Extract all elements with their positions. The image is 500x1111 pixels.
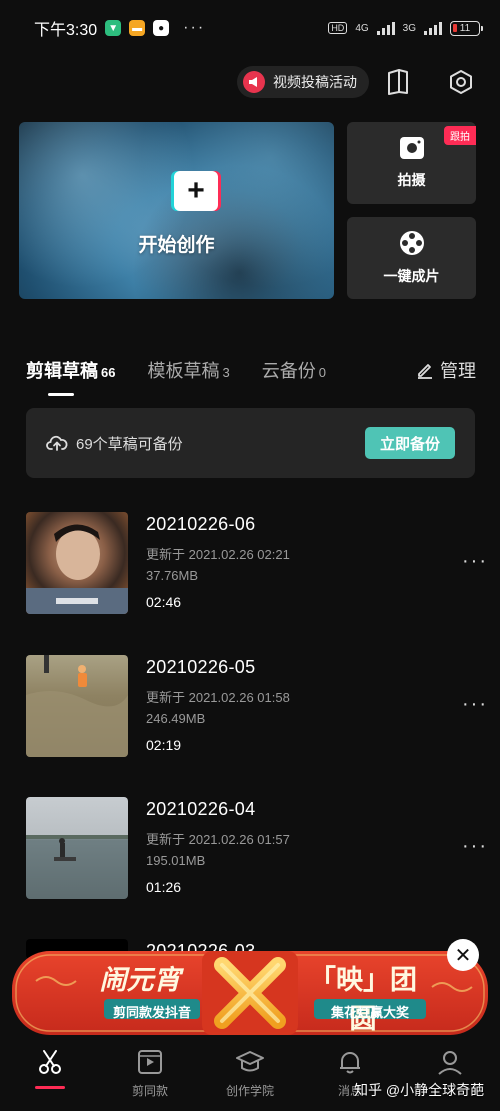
battery-level: 11 [459,22,471,34]
qq-notification-icon: ● [153,20,170,36]
manage-label: 管理 [440,361,476,381]
scissors-icon [39,1050,61,1074]
banner-left-subtitle: 剪同款发抖音 [112,1005,191,1020]
shoot-label: 拍摄 [397,172,426,188]
draft-file-size: 195.01MB [146,853,206,868]
signal-icon-2 [424,21,442,35]
tab-count: 3 [222,365,230,380]
start-creating-card[interactable]: + 开始创作 [19,122,334,299]
tab-count: 0 [318,365,326,380]
card-background-image [19,122,334,299]
shoot-button[interactable]: 跟拍 拍摄 [347,122,476,204]
draft-duration: 01:26 [146,879,182,895]
close-banner-button[interactable]: ✕ [447,939,479,971]
draft-thumbnail [26,797,128,899]
close-icon: ✕ [454,944,472,967]
status-bar: 下午3:30 ▼ ▬ ● ··· HD 4G 3G 11 [0,0,500,56]
one-click-label: 一键成片 [383,268,440,284]
status-time: 下午3:30 [34,22,98,39]
draft-title: 20210226-05 [146,657,256,677]
draft-updated-time: 更新于 2021.02.26 01:58 [146,690,290,705]
more-options-icon[interactable]: ··· [462,550,488,573]
edit-pencil-icon [418,364,432,379]
tab-label: 剪辑草稿 [26,361,98,381]
draft-updated-time: 更新于 2021.02.26 01:57 [146,832,290,847]
draft-updated-time: 更新于 2021.02.26 02:21 [146,547,290,562]
more-notifications-icon: ··· [183,19,206,36]
film-reel-icon [399,231,424,255]
one-click-video-button[interactable]: 一键成片 [347,217,476,299]
draft-item[interactable]: 20210226-06 更新于 2021.02.26 02:21 37.76MB… [26,512,500,616]
network-3g-label: 3G [402,22,416,34]
nav-edit[interactable] [0,1036,100,1111]
bell-icon [340,1052,360,1074]
video-template-icon [138,1050,162,1074]
nav-template[interactable]: 剪同款 [100,1036,200,1111]
nav-label: 剪同款 [131,1084,168,1098]
camera-icon [399,137,424,159]
battery-icon: 11 [450,20,483,36]
nav-label: 创作学院 [225,1084,274,1098]
draft-thumbnail [26,512,128,614]
hd-badge: HD [328,22,348,34]
settings-button[interactable] [445,66,477,98]
draft-item[interactable]: 20210226-04 更新于 2021.02.26 01:57 195.01M… [26,797,500,901]
banner-right-title: 「映」团圆 [309,965,417,1034]
draft-tabs: 剪辑草稿 66 模板草稿 3 云备份 0 管理 [26,350,476,396]
draft-duration: 02:46 [146,594,182,610]
megaphone-icon [243,71,265,93]
tab-label: 云备份 [261,361,316,381]
book-icon [388,69,408,95]
signal-icon [376,21,395,35]
message-notification-icon: ▬ [129,20,146,36]
user-profile-icon [438,1051,462,1075]
draft-item[interactable]: 20210226-05 更新于 2021.02.26 01:58 246.49M… [26,655,500,759]
network-4g-label: 4G [355,22,369,34]
nav-academy[interactable]: 创作学院 [200,1036,300,1111]
more-options-icon[interactable]: ··· [462,835,488,858]
backup-now-button[interactable]: 立即备份 [365,427,455,459]
banner-left-title: 闹元宵 [99,965,181,995]
banner-right-subtitle: 集花灯赢大奖 [330,1005,409,1020]
draft-title: 20210226-06 [146,514,256,534]
tab-template-drafts[interactable]: 模板草稿 3 [147,357,229,383]
more-options-icon[interactable]: ··· [462,693,488,716]
plus-icon: + [174,171,218,211]
draft-file-size: 37.76MB [146,568,199,583]
cloud-upload-icon [46,435,68,451]
zhihu-watermark: 知乎 @小静全球奇葩 [354,1082,485,1098]
tab-count: 66 [101,365,116,380]
backup-count-text: 69个草稿可备份 [76,435,183,453]
manage-button[interactable]: 管理 [416,357,476,383]
draft-title: 20210226-04 [146,799,256,819]
video-submission-promo-button[interactable]: 视频投稿活动 [237,66,369,98]
tutorial-book-button[interactable] [382,66,414,98]
tab-edit-drafts[interactable]: 剪辑草稿 66 [26,357,116,396]
tab-label: 模板草稿 [147,361,220,381]
graduation-cap-icon [236,1051,264,1072]
start-creating-label: 开始创作 [138,235,215,256]
promo-label: 视频投稿活动 [273,74,357,90]
tab-cloud-backup[interactable]: 云备份 0 [262,357,326,383]
backup-prompt-bar: 69个草稿可备份 立即备份 [26,408,475,478]
draft-duration: 02:19 [146,737,182,753]
settings-hexagon-icon [450,70,472,94]
draft-thumbnail [26,655,128,757]
follow-shoot-tag: 跟拍 [444,126,476,145]
app-notification-icon: ▼ [105,20,122,36]
draft-file-size: 246.49MB [146,711,206,726]
